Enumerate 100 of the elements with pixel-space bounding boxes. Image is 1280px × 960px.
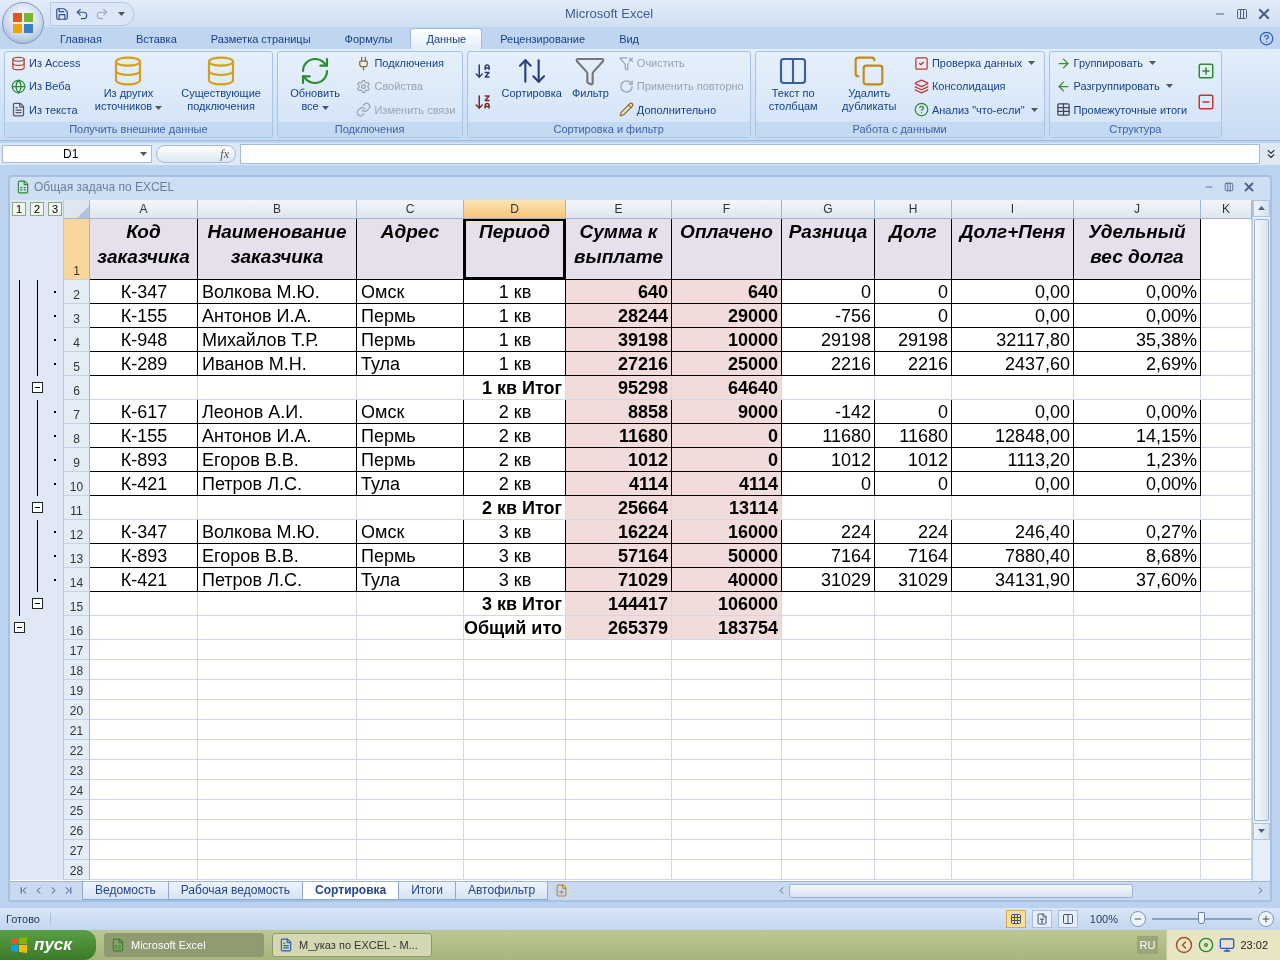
row-number[interactable]: 10 (64, 471, 90, 496)
start-button[interactable]: пуск (0, 930, 96, 960)
row-number[interactable]: 9 (64, 447, 90, 472)
column-header[interactable]: I (952, 199, 1074, 219)
ribbon-button[interactable]: Сортировка (499, 54, 564, 123)
row-number[interactable]: 28 (64, 859, 90, 880)
ribbon-button[interactable]: Текст по столбцам (759, 54, 827, 123)
sheet-tab[interactable]: Ведомость (82, 881, 169, 900)
row-number[interactable]: 14 (64, 567, 90, 592)
restore-icon[interactable] (1224, 181, 1234, 192)
row-number[interactable]: 7 (64, 399, 90, 424)
ribbon-tab[interactable]: Главная (44, 27, 118, 49)
zoom-out-button[interactable] (1130, 910, 1146, 927)
sheet-tab[interactable]: Итоги (398, 881, 456, 900)
zoom-thumb[interactable] (1198, 911, 1205, 924)
ribbon-button[interactable]: Разгруппировать (1053, 77, 1190, 95)
ribbon-button[interactable]: Удалить дубликаты (832, 54, 906, 123)
horizontal-scroll-thumb[interactable] (789, 883, 1133, 898)
close-icon[interactable] (1244, 181, 1254, 192)
column-header[interactable]: C (357, 199, 464, 219)
ribbon-tab[interactable]: Вставка (119, 27, 193, 49)
column-header[interactable]: F (672, 199, 782, 219)
row-number[interactable]: 22 (64, 739, 90, 760)
row-number[interactable]: 23 (64, 759, 90, 780)
ribbon-button[interactable]: Из других источников (88, 54, 169, 123)
ribbon-button[interactable]: Фильтр (569, 54, 611, 123)
row-number[interactable]: 8 (64, 423, 90, 448)
row-number[interactable]: 17 (64, 639, 90, 660)
expand-tray-icon[interactable] (1175, 936, 1194, 954)
ribbon-button[interactable]: Подключения (354, 54, 458, 72)
help-icon[interactable] (1259, 30, 1274, 46)
vertical-scrollbar[interactable] (1252, 199, 1270, 881)
ribbon-button[interactable]: Дополнительно (616, 101, 746, 119)
sheet-tab[interactable]: Сортировка (302, 881, 400, 900)
row-number[interactable]: 19 (64, 679, 90, 700)
collapse-button[interactable] (13, 622, 25, 634)
column-header[interactable]: D (464, 199, 566, 219)
sheet-tab[interactable]: Рабочая ведомость (167, 881, 304, 900)
collapse-button[interactable] (31, 502, 43, 514)
column-header[interactable]: E (566, 199, 672, 219)
first-sheet-icon[interactable] (18, 885, 29, 897)
row-number[interactable]: 2 (64, 279, 90, 304)
row-number[interactable]: 21 (64, 719, 90, 740)
view-button[interactable] (1057, 909, 1078, 928)
outline-level-button[interactable]: 3 (48, 202, 62, 217)
row-number[interactable]: 12 (64, 519, 90, 544)
row-number[interactable]: 13 (64, 543, 90, 568)
row-number[interactable]: 27 (64, 839, 90, 860)
ribbon-button[interactable]: Из текста (9, 101, 83, 119)
row-number[interactable]: 3 (64, 303, 90, 328)
row-number[interactable]: 24 (64, 779, 90, 800)
row-number[interactable]: 15 (64, 591, 90, 616)
row-number[interactable]: 6 (64, 375, 90, 400)
row-number[interactable]: 5 (64, 351, 90, 376)
close-icon[interactable] (1258, 7, 1270, 20)
ribbon-button[interactable]: Анализ "что-если" (911, 101, 1040, 119)
save-icon[interactable] (55, 6, 69, 21)
outline-level-button[interactable]: 1 (12, 202, 26, 217)
column-header[interactable]: K (1201, 199, 1252, 219)
ribbon-button[interactable]: Существующие подключения (174, 54, 268, 123)
sheet-tab[interactable]: Автофильтр (455, 881, 549, 900)
row-number[interactable]: 11 (64, 495, 90, 520)
column-header[interactable]: H (875, 199, 952, 219)
row-number[interactable]: 4 (64, 327, 90, 352)
column-header[interactable]: A (90, 199, 198, 219)
collapse-button[interactable] (31, 598, 43, 610)
disc-icon[interactable] (1198, 937, 1215, 953)
ribbon-tab[interactable]: Формулы (328, 27, 409, 49)
taskbar-button[interactable]: М_указ по EXCEL - М... (272, 933, 432, 957)
undo-icon[interactable] (75, 6, 89, 21)
ribbon-button[interactable]: Из Access (9, 54, 83, 72)
ribbon-button[interactable]: Обновить все (281, 54, 349, 123)
ribbon-button[interactable]: Группировать (1053, 54, 1190, 72)
column-header[interactable]: J (1074, 199, 1201, 219)
formula-input[interactable] (240, 143, 1260, 164)
row-number[interactable]: 20 (64, 699, 90, 720)
row-number[interactable]: 1 (64, 218, 90, 280)
outline-level-button[interactable]: 2 (30, 202, 44, 217)
network-icon[interactable] (1219, 937, 1236, 953)
row-number[interactable]: 26 (64, 819, 90, 840)
ribbon-button[interactable]: Из Веба (9, 77, 83, 95)
row-number[interactable]: 16 (64, 615, 90, 640)
ribbon-button[interactable]: Промежуточные итоги (1053, 101, 1190, 119)
zoom-in-button[interactable] (1258, 910, 1274, 927)
restore-icon[interactable] (1236, 7, 1248, 20)
insert-sheet-icon[interactable] (555, 883, 569, 897)
last-sheet-icon[interactable] (63, 885, 74, 897)
scroll-up-button[interactable] (1253, 199, 1270, 217)
column-header[interactable]: B (198, 199, 357, 219)
view-button[interactable] (1005, 909, 1026, 928)
ribbon-tab[interactable]: Вид (603, 27, 656, 49)
column-header[interactable]: G (782, 199, 875, 219)
name-box[interactable]: D1 (2, 144, 152, 163)
row-number[interactable]: 18 (64, 659, 90, 680)
scroll-down-button[interactable] (1253, 822, 1270, 840)
view-button[interactable] (1031, 909, 1052, 928)
ribbon-tab[interactable]: Разметка страницы (194, 27, 327, 49)
collapse-button[interactable] (31, 382, 43, 394)
ribbon-tab[interactable]: Рецензирование (484, 27, 602, 49)
ribbon-tab[interactable]: Данные (410, 27, 483, 49)
